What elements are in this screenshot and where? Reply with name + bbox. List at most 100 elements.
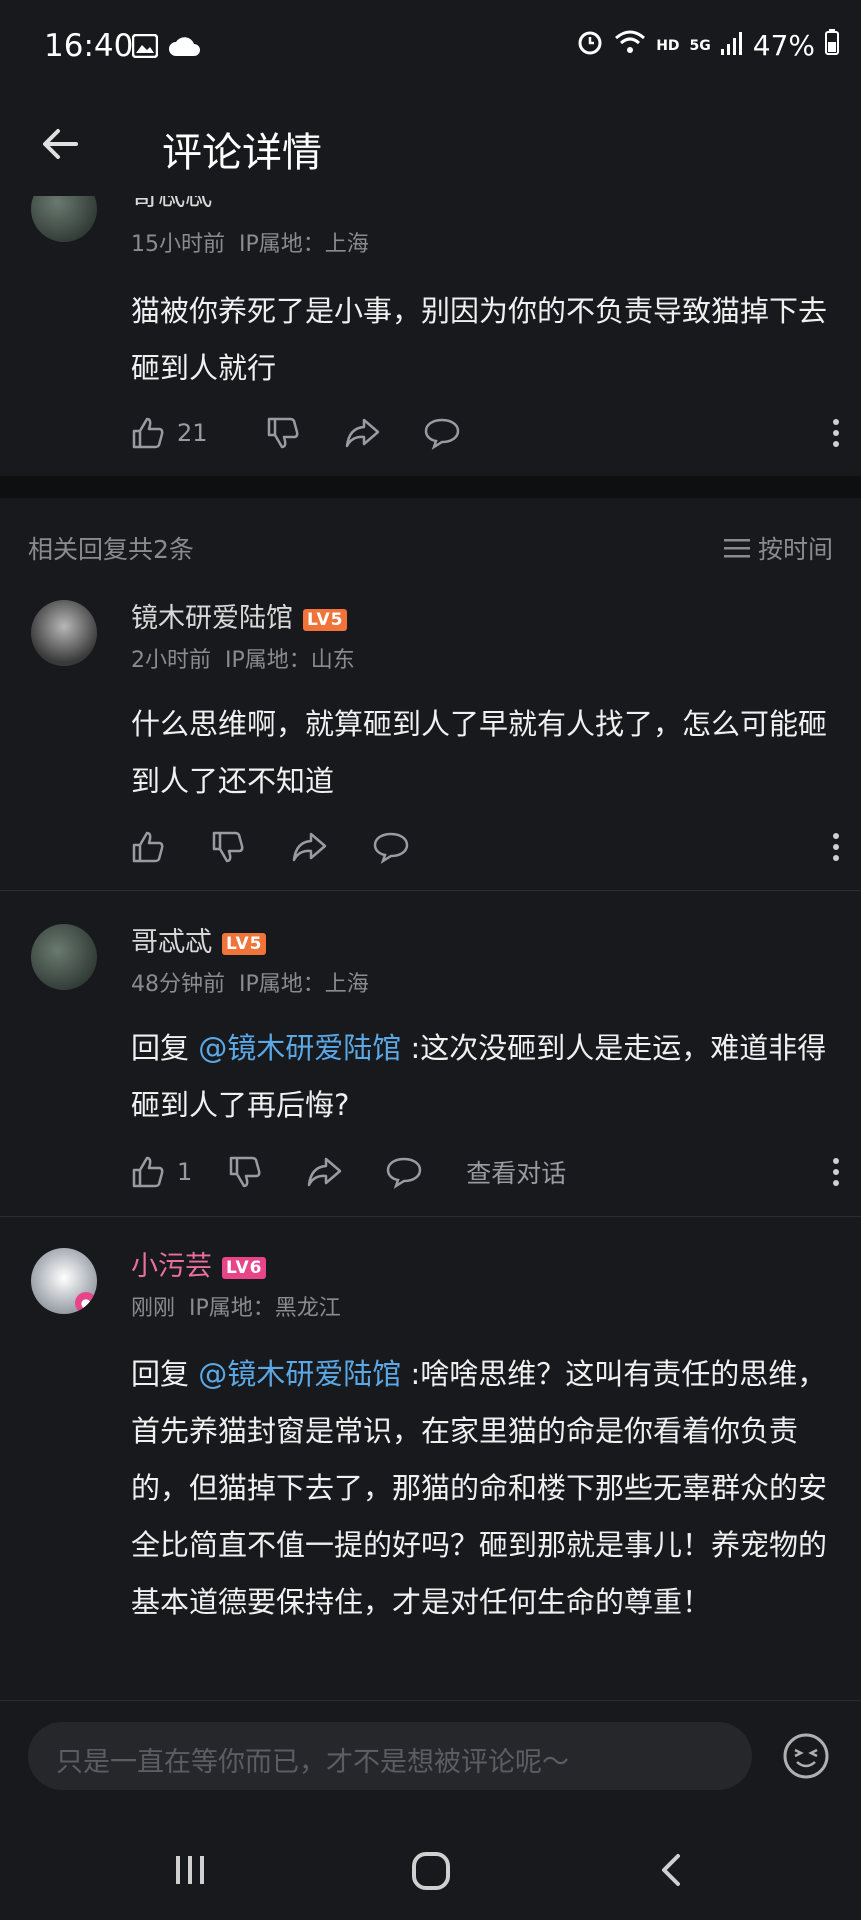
share-button[interactable]	[306, 1155, 342, 1189]
reply-ip: IP属地：山东	[225, 648, 355, 673]
reply-username[interactable]: 哥忒忒	[131, 927, 212, 958]
level-badge: LV5	[303, 608, 348, 631]
reply-item: 镜木研爱陆馆 LV5 2小时前 IP属地：山东 什么思维啊，就算砸到人了早就有人找…	[0, 590, 861, 890]
reply-ip: IP属地：黑龙江	[189, 1296, 341, 1321]
reply-button[interactable]	[424, 416, 460, 450]
reply-meta: 48分钟前 IP属地：上海	[131, 966, 369, 998]
level-badge: LV6	[222, 1256, 267, 1279]
reply-divider	[0, 1216, 861, 1217]
share-button[interactable]	[344, 416, 380, 450]
gallery-icon	[131, 33, 159, 62]
reply-actions	[131, 830, 841, 864]
more-vertical-icon	[833, 833, 839, 861]
reply-username-row: 镜木研爱陆馆 LV5	[131, 596, 348, 635]
arrow-left-icon	[43, 129, 78, 159]
reply-content: 回复 @镜木研爱陆馆 :这次没砸到人是走运，难道非得砸到人了再后悔?	[131, 1020, 851, 1134]
mention-link[interactable]: @镜木研爱陆馆	[198, 1031, 401, 1065]
comment-content: 猫被你养死了是小事，别因为你的不负责导致猫掉下去砸到人就行	[131, 294, 828, 385]
reply-item: 哥忒忒 LV5 48分钟前 IP属地：上海 回复 @镜木研爱陆馆 :这次没砸到人是…	[0, 910, 861, 1216]
view-dialog-link[interactable]: 查看对话	[466, 1154, 566, 1190]
share-icon	[292, 832, 327, 862]
comment-actions: 21	[131, 416, 841, 450]
avatar[interactable]	[31, 600, 97, 666]
share-icon	[308, 1157, 342, 1187]
reply-item: ● 小污芸 LV6 刚刚 IP属地：黑龙江 回复 @镜木研爱陆馆 :啥啥思维？这叫…	[0, 1236, 861, 1696]
like-button[interactable]	[131, 830, 165, 864]
dislike-button[interactable]	[211, 830, 245, 864]
reply-content: 什么思维啊，就算砸到人了早就有人找了，怎么可能砸到人了还不知道	[131, 707, 828, 798]
thumbs-up-icon	[132, 831, 164, 863]
comment-time: 15小时前	[131, 232, 225, 257]
reply-time: 48分钟前	[131, 972, 225, 997]
like-button[interactable]: 1	[131, 1155, 192, 1189]
recent-apps-button[interactable]	[170, 1850, 210, 1894]
battery-percent: 47%	[752, 29, 815, 62]
system-navbar	[0, 1820, 861, 1920]
emoji-button[interactable]	[782, 1732, 830, 1784]
comment-input[interactable]: 只是一直在等你而已，才不是想被评论呢～	[28, 1722, 752, 1790]
menu-lines-icon	[723, 539, 750, 558]
reply-time: 刚刚	[131, 1296, 176, 1321]
comment-bubble-icon	[373, 832, 409, 864]
like-button[interactable]: 21	[131, 416, 208, 450]
nav-back-button[interactable]	[652, 1850, 692, 1894]
back-button[interactable]	[40, 124, 80, 168]
reply-actions: 1 查看对话	[131, 1154, 841, 1190]
reply-divider	[0, 890, 861, 891]
avatar[interactable]	[31, 924, 97, 990]
avatar[interactable]: ●	[31, 1248, 97, 1314]
thumbs-down-icon	[212, 831, 244, 863]
alarm-icon	[576, 28, 604, 63]
cloud-sync-icon	[168, 34, 200, 62]
share-button[interactable]	[291, 830, 327, 864]
comment-bubble-icon	[424, 418, 459, 450]
dislike-button[interactable]	[266, 416, 300, 450]
reply-prefix: 回复	[131, 1357, 199, 1391]
reply-username-row: 小污芸 LV6	[131, 1244, 267, 1283]
signal-icon	[720, 29, 743, 62]
reply-time: 2小时前	[131, 648, 211, 673]
more-vertical-icon	[833, 419, 839, 447]
thumbs-down-icon	[230, 1156, 261, 1188]
emoji-icon	[783, 1733, 829, 1779]
network-type: HD	[656, 37, 680, 54]
more-button[interactable]	[831, 418, 841, 448]
reply-username[interactable]: 小污芸	[131, 1251, 212, 1282]
reply-username[interactable]: 镜木研爱陆馆	[131, 603, 293, 634]
level-badge: LV5	[222, 932, 267, 955]
home-button[interactable]	[410, 1850, 452, 1896]
chevron-left-icon	[662, 1854, 680, 1886]
more-vertical-icon	[833, 1158, 839, 1186]
like-count: 21	[177, 419, 208, 447]
comment-username[interactable]: 哥忒忒	[131, 196, 212, 213]
more-button[interactable]	[831, 1157, 841, 1187]
dislike-button[interactable]	[228, 1155, 262, 1189]
wifi-icon	[614, 29, 646, 62]
avatar[interactable]	[31, 196, 97, 242]
replies-count: 相关回复共2条	[28, 535, 194, 564]
share-icon	[345, 418, 379, 448]
avatar-badge-icon: ●	[75, 1292, 97, 1314]
sort-label: 按时间	[757, 535, 833, 564]
section-divider	[0, 476, 861, 498]
reply-ip: IP属地：上海	[239, 972, 369, 997]
mention-link[interactable]: @镜木研爱陆馆	[198, 1357, 401, 1391]
like-count: 1	[177, 1158, 193, 1186]
more-button[interactable]	[831, 832, 841, 862]
reply-meta: 刚刚 IP属地：黑龙江	[131, 1290, 341, 1322]
reply-button[interactable]	[373, 830, 409, 864]
reply-prefix: 回复	[131, 1031, 199, 1065]
thumbs-down-icon	[267, 417, 299, 449]
recent-apps-icon	[176, 1856, 204, 1884]
reply-username-row: 哥忒忒 LV5	[131, 920, 267, 959]
thumbs-up-icon	[132, 1156, 164, 1188]
status-right: HD 5G 47%	[576, 28, 839, 63]
reply-button[interactable]	[386, 1155, 422, 1189]
comment-input-placeholder: 只是一直在等你而已，才不是想被评论呢～	[56, 1747, 569, 1778]
comment-bubble-icon	[387, 1157, 422, 1189]
reply-content: 回复 @镜木研爱陆馆 :啥啥思维？这叫有责任的思维，首先养猫封窗是常识，在家里猫…	[131, 1346, 851, 1631]
comment-meta: 15小时前 IP属地：上海	[131, 226, 369, 258]
sort-button[interactable]: 按时间	[723, 530, 833, 566]
main-comment: 哥忒忒 15小时前 IP属地：上海 猫被你养死了是小事，别因为你的不负责导致猫掉…	[0, 196, 861, 476]
battery-icon	[825, 29, 839, 62]
